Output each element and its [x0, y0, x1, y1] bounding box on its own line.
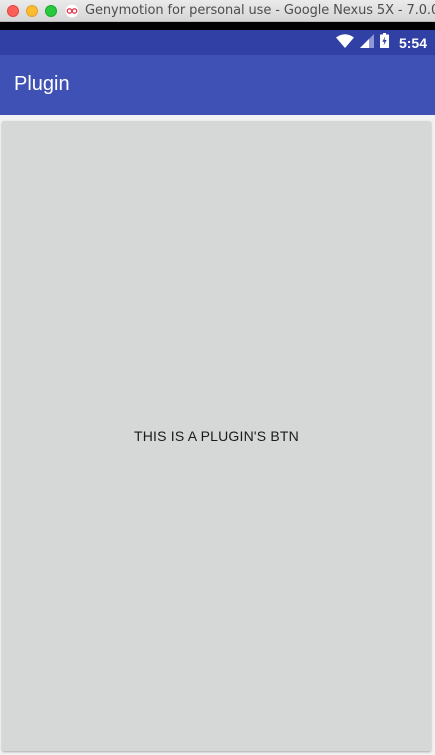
plugin-button[interactable]: THIS IS A PLUGIN'S BTN [2, 121, 431, 751]
battery-charging-icon [379, 33, 389, 53]
window-title: Genymotion for personal use - Google Nex… [85, 3, 435, 18]
page-title: Plugin [14, 73, 70, 95]
cell-signal-icon [359, 33, 374, 53]
status-icons: 5:54 [335, 33, 427, 53]
minimize-window-button[interactable] [26, 5, 38, 17]
window-titlebar[interactable]: Genymotion for personal use - Google Nex… [0, 0, 435, 22]
genymotion-logo-icon [64, 3, 80, 19]
zoom-window-button[interactable] [45, 5, 57, 17]
main-content: THIS IS A PLUGIN'S BTN [0, 115, 435, 755]
app-toolbar: Plugin [0, 55, 435, 115]
android-status-bar: 5:54 [0, 30, 435, 55]
device-bezel [0, 22, 435, 30]
wifi-icon [335, 33, 354, 53]
clock: 5:54 [398, 35, 427, 51]
close-window-button[interactable] [7, 5, 19, 17]
